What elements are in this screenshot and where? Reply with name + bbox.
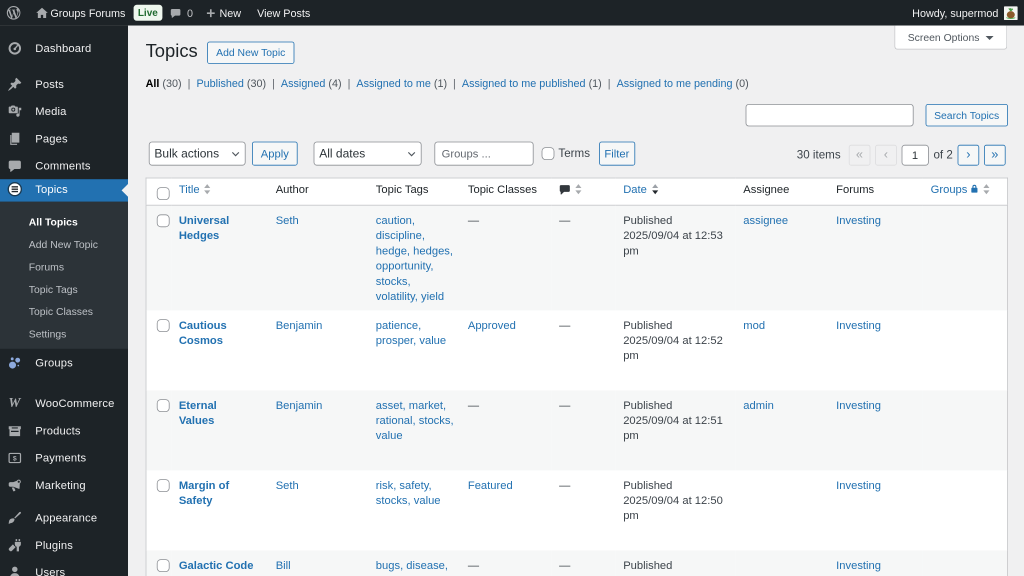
svg-text:$: $ [12,455,16,462]
